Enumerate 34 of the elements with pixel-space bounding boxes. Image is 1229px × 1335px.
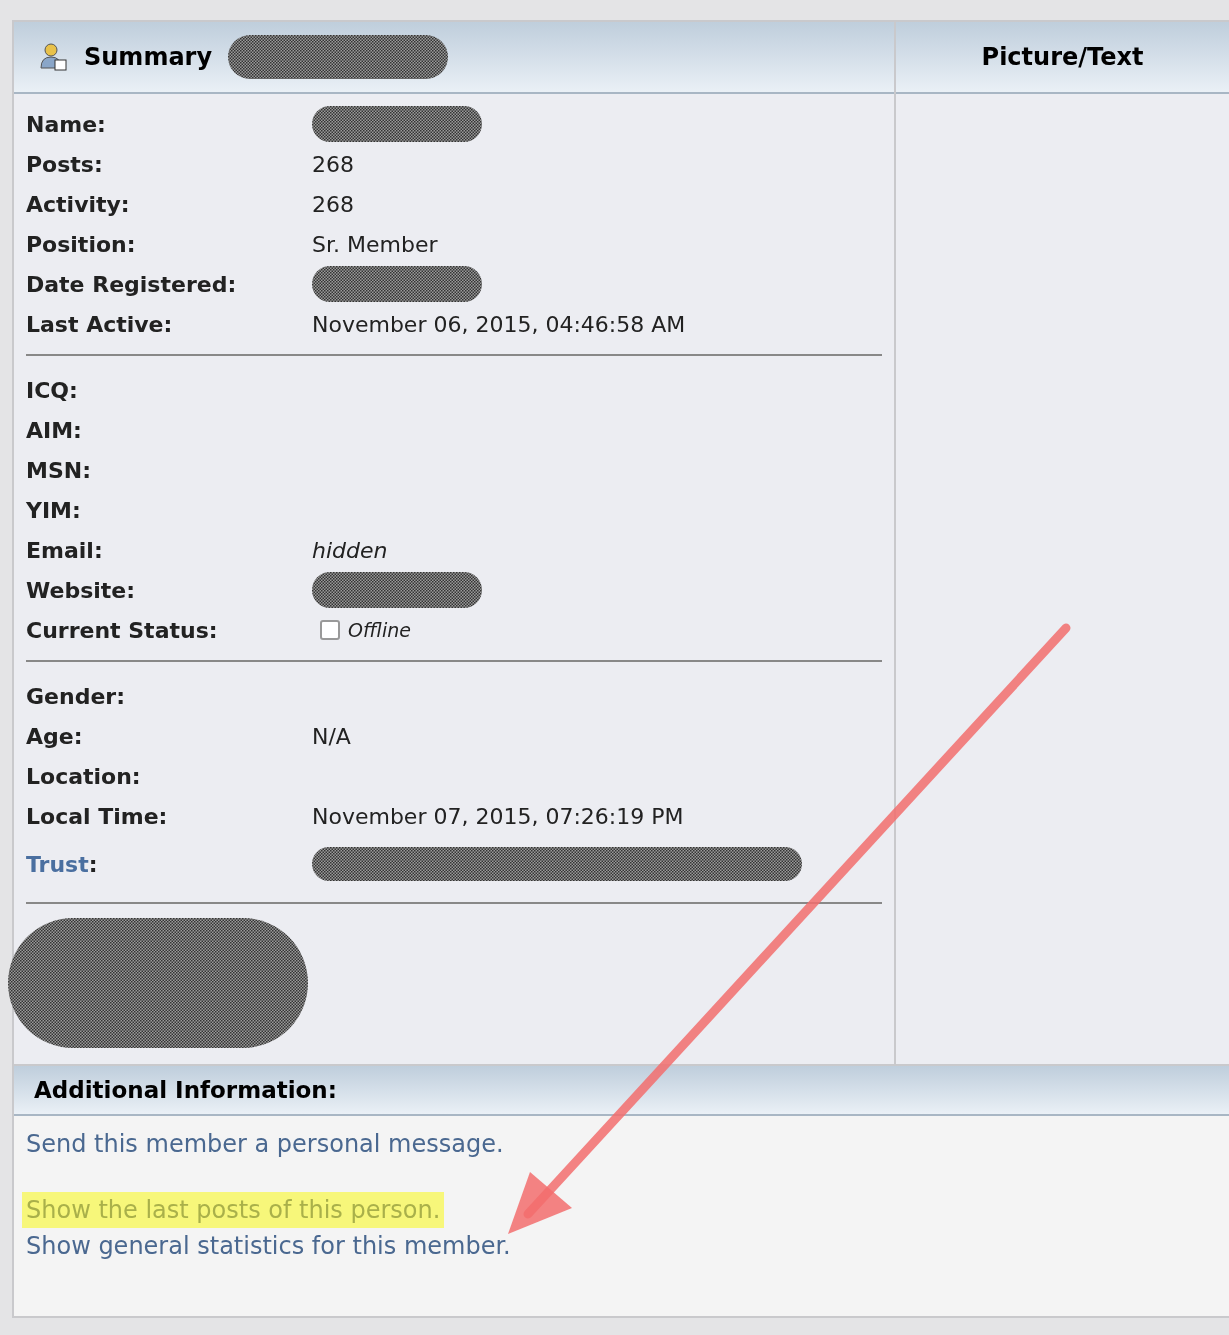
field-label: Date Registered: [26, 270, 238, 299]
field-label: Name: [26, 110, 107, 139]
field-value: 268 [312, 150, 354, 179]
field-value: hidden [312, 536, 388, 565]
additional-header: Additional Information: [14, 1064, 1229, 1116]
field-label: Posts: [26, 150, 104, 179]
field-label: Location: [26, 762, 142, 791]
field-label: Email: [26, 536, 104, 565]
user-icon [38, 42, 68, 72]
field-value: 268 [312, 190, 354, 219]
field-label: Website: [26, 576, 137, 605]
field-label: Position: [26, 230, 137, 259]
field-label: AIM: [26, 416, 83, 445]
field-label: Activity: [26, 190, 131, 219]
field-label: MSN: [26, 456, 92, 485]
trust-link[interactable]: Trust [26, 847, 89, 881]
field-label: Last Active: [26, 310, 174, 339]
field-value: N/A [312, 722, 351, 751]
picture-text-header: Picture/Text [896, 22, 1229, 94]
field-label: Current Status: [26, 616, 219, 645]
profile-link[interactable]: Send this member a personal message. [22, 1126, 508, 1162]
field-value: Sr. Member [312, 230, 438, 259]
field-label: : [88, 850, 98, 879]
field-label: ICQ: [26, 376, 79, 405]
field-value: November 06, 2015, 04:46:58 AM [312, 310, 686, 339]
field-label: Gender: [26, 682, 126, 711]
panel-title: Summary [84, 42, 213, 73]
field-label: YIM: [26, 496, 82, 525]
offline-status-icon [320, 620, 340, 640]
status-text: Offline [348, 617, 411, 643]
field-value: November 07, 2015, 07:26:19 PM [312, 802, 684, 831]
field-label: Age: [26, 722, 84, 751]
profile-link[interactable]: Show general statistics for this member. [22, 1228, 515, 1264]
field-label: Local Time: [26, 802, 169, 831]
